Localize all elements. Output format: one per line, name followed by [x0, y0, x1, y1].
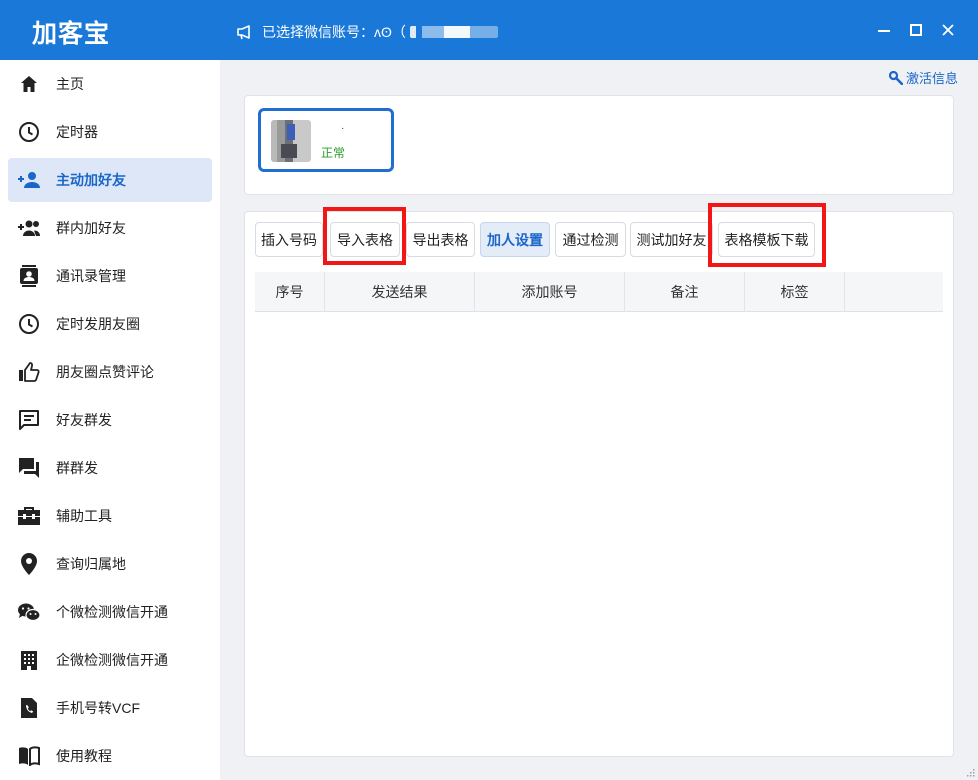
account-card-name: ·	[341, 123, 345, 134]
pass-check-button[interactable]: 通过检测	[555, 222, 626, 257]
clock-icon	[17, 120, 41, 144]
clock-icon	[17, 312, 41, 336]
sidebar-item-label: 通讯录管理	[56, 268, 126, 284]
selected-account-info: 已选择微信账号： ʌʘ（	[236, 22, 498, 42]
sidebar-item-label: 定时器	[56, 124, 98, 140]
sidebar-item-wecom-check[interactable]: 企微检测微信开通	[8, 638, 212, 682]
sidebar-item-label: 好友群发	[56, 412, 112, 428]
book-icon	[17, 744, 41, 768]
sidebar-item-tools[interactable]: 辅助工具	[8, 494, 212, 538]
avatar	[271, 120, 311, 162]
maximize-button[interactable]	[908, 20, 924, 40]
column-header[interactable]: 序号	[255, 272, 325, 311]
sidebar-item-scheduled-moments[interactable]: 定时发朋友圈	[8, 302, 212, 346]
test-add-friend-button[interactable]: 测试加好友	[630, 222, 713, 257]
location-icon	[17, 552, 41, 576]
group-add-icon	[17, 216, 41, 240]
account-name-blur	[409, 26, 498, 38]
account-label: 已选择微信账号：	[262, 24, 374, 40]
phone-file-icon	[17, 696, 41, 720]
insert-numbers-button[interactable]: 插入号码	[255, 222, 323, 257]
account-status: 正常	[321, 146, 346, 160]
sidebar-item-label: 查询归属地	[56, 556, 126, 572]
toolbox-icon	[17, 504, 41, 528]
add-settings-button[interactable]: 加人设置	[480, 222, 550, 257]
column-header[interactable]: 发送结果	[325, 272, 475, 311]
wechat-icon	[17, 600, 41, 624]
home-icon	[17, 72, 41, 96]
title-bar: 加客宝 已选择微信账号： ʌʘ（	[0, 0, 978, 60]
sidebar-item-timer[interactable]: 定时器	[8, 110, 212, 154]
column-header[interactable]: 添加账号	[475, 272, 625, 311]
close-button[interactable]	[940, 20, 956, 40]
add-friend-panel: 插入号码 导入表格 导出表格 加人设置 通过检测 测试加好友 表格模板下载 序号…	[244, 211, 954, 757]
sidebar-item-label: 群群发	[56, 460, 98, 476]
sidebar-item-friend-broadcast[interactable]: 好友群发	[8, 398, 212, 442]
sidebar-item-tutorial[interactable]: 使用教程	[8, 734, 212, 778]
app-title: 加客宝	[32, 20, 111, 48]
sidebar: 主页 定时器 主动加好友 群内加好友 通讯录管理 定时发朋友圈 朋友圈点赞评论 …	[0, 60, 220, 780]
sidebar-item-group-add[interactable]: 群内加好友	[8, 206, 212, 250]
sidebar-item-vcf[interactable]: 手机号转VCF	[8, 686, 212, 730]
contacts-icon	[17, 264, 41, 288]
sidebar-item-label: 主页	[56, 76, 84, 92]
maximize-icon	[910, 24, 922, 36]
sidebar-item-group-broadcast[interactable]: 群群发	[8, 446, 212, 490]
resize-grip-icon[interactable]	[965, 767, 975, 777]
sidebar-item-wechat-check[interactable]: 个微检测微信开通	[8, 590, 212, 634]
sidebar-item-label: 使用教程	[56, 748, 112, 764]
message-icon	[17, 408, 41, 432]
wechat-account-card[interactable]: · 正常	[258, 108, 394, 172]
close-icon	[942, 24, 954, 36]
account-name: ʌʘ（	[374, 24, 406, 40]
sidebar-item-moments-like[interactable]: 朋友圈点赞评论	[8, 350, 212, 394]
sidebar-item-label: 手机号转VCF	[56, 700, 140, 716]
column-header[interactable]: 备注	[625, 272, 745, 311]
sidebar-item-add-friends[interactable]: 主动加好友	[8, 158, 212, 202]
sidebar-item-home[interactable]: 主页	[8, 62, 212, 106]
sidebar-item-label: 个微检测微信开通	[56, 604, 168, 620]
account-panel: · 正常	[244, 95, 954, 195]
template-download-button[interactable]: 表格模板下载	[718, 222, 815, 257]
sidebar-item-location-query[interactable]: 查询归属地	[8, 542, 212, 586]
thumb-up-icon	[17, 360, 41, 384]
activate-info-label: 激活信息	[905, 71, 958, 86]
minimize-icon	[878, 30, 890, 32]
building-icon	[17, 648, 41, 672]
sidebar-item-label: 定时发朋友圈	[56, 316, 140, 332]
column-header[interactable]: 加	[845, 272, 943, 311]
sidebar-item-contacts[interactable]: 通讯录管理	[8, 254, 212, 298]
activate-info-link[interactable]: 激活信息	[888, 68, 958, 87]
export-sheet-button[interactable]: 导出表格	[406, 222, 475, 257]
table-header: 序号 发送结果 添加账号 备注 标签 加	[255, 272, 943, 312]
sidebar-item-label: 朋友圈点赞评论	[56, 364, 154, 380]
import-sheet-button[interactable]: 导入表格	[330, 222, 400, 257]
chat-icon	[17, 456, 41, 480]
wrench-icon	[888, 70, 903, 85]
add-user-icon	[17, 168, 41, 192]
minimize-button[interactable]	[876, 20, 892, 40]
column-header[interactable]: 标签	[745, 272, 845, 311]
sidebar-item-label: 辅助工具	[56, 508, 112, 524]
sidebar-item-label: 企微检测微信开通	[56, 652, 168, 668]
megaphone-icon	[237, 25, 250, 40]
sidebar-item-label: 群内加好友	[56, 220, 126, 236]
sidebar-item-label: 主动加好友	[56, 172, 126, 188]
